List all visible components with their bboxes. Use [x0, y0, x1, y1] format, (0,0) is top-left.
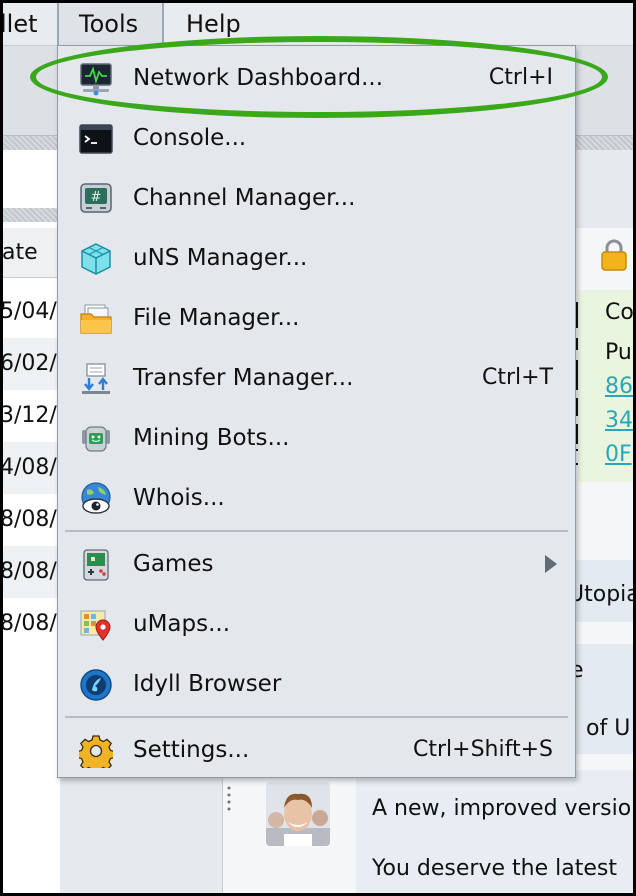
menu-item-label: Network Dashboard... [133, 65, 384, 91]
console-icon [79, 124, 113, 154]
list-item[interactable]: 6/02/ [0, 338, 60, 390]
list-item[interactable]: 3/12/ [0, 390, 60, 442]
umaps-icon [80, 610, 111, 641]
grip-dots-icon [227, 786, 231, 811]
channel-manager-icon: # [80, 183, 112, 213]
menu-item-transfer-manager[interactable]: Transfer Manager... Ctrl+T [58, 348, 575, 408]
list-divider [0, 208, 60, 222]
menu-item-whois[interactable]: Whois... [58, 468, 575, 528]
menu-item-label: File Manager... [133, 305, 300, 331]
idyll-browser-icon [80, 669, 112, 701]
menu-item-label: Console... [133, 125, 247, 151]
transfer-icon [82, 363, 110, 394]
card-link[interactable]: 34 [605, 408, 633, 433]
card-link[interactable]: 86 [605, 374, 633, 399]
folder-icon [80, 304, 112, 334]
menu-item-mining-bots[interactable]: Mining Bots... [58, 408, 575, 468]
menu-item-channel-manager[interactable]: # Channel Manager... [58, 168, 575, 228]
uns-manager-icon [81, 243, 111, 275]
date-column-header[interactable]: ate [0, 228, 60, 278]
list-item[interactable]: 4/08/ [0, 442, 60, 494]
menu-help[interactable]: Help [166, 0, 261, 46]
list-item[interactable]: 8/08/ [0, 494, 60, 546]
lock-icon [601, 239, 627, 271]
menu-separator [65, 716, 568, 718]
menu-tools[interactable]: Tools [57, 0, 164, 46]
list-item[interactable]: 8/08/ [0, 598, 60, 650]
menu-item-uns-manager[interactable]: uNS Manager... [58, 228, 575, 288]
menu-separator [65, 530, 568, 532]
menu-item-label: Transfer Manager... [133, 365, 354, 391]
menu-item-network-dashboard[interactable]: Network Dashboard... Ctrl+I [58, 48, 575, 108]
avatar [266, 782, 330, 846]
account-card: Co Pu 86 34 0F [578, 290, 636, 482]
menu-item-label: Mining Bots... [133, 425, 290, 451]
scroll-grip[interactable] [226, 784, 232, 814]
network-dashboard-icon [80, 63, 112, 96]
menu-item-label: Whois... [133, 485, 225, 511]
menu-item-shortcut: Ctrl+I [488, 65, 553, 90]
mining-bot-icon [82, 426, 110, 452]
list-item[interactable]: 5/04/ [0, 286, 60, 338]
menu-item-settings[interactable]: Settings... Ctrl+Shift+S [58, 720, 575, 780]
menu-item-label: uNS Manager... [133, 245, 308, 271]
menu-item-label: Settings... [133, 737, 250, 763]
news-body: You deserve the latest [372, 856, 617, 881]
card-title: Co [605, 300, 634, 325]
menu-item-file-manager[interactable]: File Manager... [58, 288, 575, 348]
menu-wallet[interactable]: llet [0, 0, 58, 46]
gear-icon [79, 735, 113, 768]
menu-item-shortcut: Ctrl+T [481, 365, 553, 390]
menu-item-umaps[interactable]: uMaps... [58, 594, 575, 654]
menubar: llet Tools Help [0, 0, 636, 46]
menu-item-label: uMaps... [133, 611, 231, 637]
message-text: Utopia [568, 582, 636, 607]
submenu-arrow-icon [545, 555, 557, 573]
news-headline: A new, improved versio [372, 796, 632, 821]
tools-dropdown-menu: Network Dashboard... Ctrl+I Console... #… [57, 45, 576, 778]
svg-text:#: # [91, 190, 102, 205]
menu-item-label: Games [133, 551, 214, 577]
message-text: of U [586, 716, 631, 741]
menu-item-label: Channel Manager... [133, 185, 356, 211]
transaction-list: ate 5/04/ 6/02/ 3/12/ 4/08/ 8/08/ 8/08/ … [0, 150, 60, 896]
menu-item-shortcut: Ctrl+Shift+S [413, 737, 553, 762]
menu-item-games[interactable]: Games [58, 534, 575, 594]
list-item[interactable]: 8/08/ [0, 546, 60, 598]
card-link[interactable]: 0F [605, 442, 632, 467]
menu-item-label: Idyll Browser [133, 671, 282, 697]
menu-item-console[interactable]: Console... [58, 108, 575, 168]
whois-globe-icon [81, 482, 111, 514]
card-subtitle: Pu [605, 340, 632, 365]
games-icon [83, 549, 109, 581]
menu-item-idyll-browser[interactable]: Idyll Browser [58, 654, 575, 714]
